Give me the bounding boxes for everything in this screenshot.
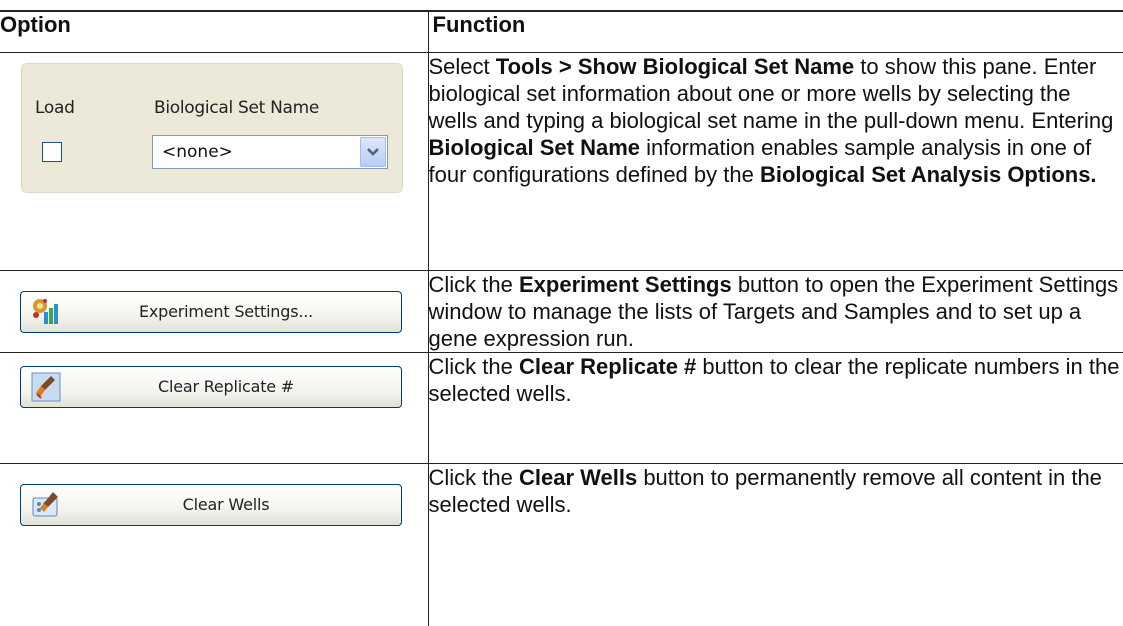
- function-text: Click the Clear Replicate # button to cl…: [429, 353, 1123, 407]
- function-cell: Click the Clear Replicate # button to cl…: [428, 352, 1123, 463]
- biological-set-name-label: Biological Set Name: [154, 98, 319, 118]
- biological-set-pane: Load Biological Set Name <none>: [21, 63, 403, 193]
- biological-set-name-dropdown[interactable]: <none>: [152, 135, 388, 169]
- clear-wells-label: Clear Wells: [61, 495, 391, 514]
- clear-replicate-icon: [31, 372, 61, 402]
- load-checkbox[interactable]: [42, 142, 62, 162]
- table-header-row: Option Function: [0, 11, 1123, 52]
- header-option: Option: [0, 11, 428, 52]
- header-function: Function: [428, 11, 1123, 52]
- table-row: Clear Wells Click the Clear Wells button…: [0, 463, 1123, 626]
- option-cell: Clear Wells: [0, 463, 428, 626]
- function-text: Click the Clear Wells button to permanen…: [429, 464, 1123, 518]
- function-text: Click the Experiment Settings button to …: [429, 271, 1123, 352]
- load-label: Load: [35, 98, 75, 118]
- function-cell: Select Tools > Show Biological Set Name …: [428, 52, 1123, 270]
- function-cell: Click the Clear Wells button to permanen…: [428, 463, 1123, 626]
- clear-wells-icon: [31, 490, 61, 520]
- clear-replicate-label: Clear Replicate #: [61, 377, 391, 396]
- table-row: Experiment Settings... Click the Experim…: [0, 270, 1123, 352]
- option-cell: Load Biological Set Name <none>: [0, 52, 428, 270]
- table-row: Load Biological Set Name <none> Select T…: [0, 52, 1123, 270]
- option-cell: Clear Replicate #: [0, 352, 428, 463]
- experiment-settings-icon: [31, 297, 61, 327]
- clear-wells-button[interactable]: Clear Wells: [20, 484, 402, 526]
- experiment-settings-label: Experiment Settings...: [61, 302, 391, 321]
- dropdown-value: <none>: [162, 142, 233, 162]
- clear-replicate-button[interactable]: Clear Replicate #: [20, 366, 402, 408]
- experiment-settings-button[interactable]: Experiment Settings...: [20, 291, 402, 333]
- chevron-down-icon[interactable]: [360, 137, 386, 167]
- function-cell: Click the Experiment Settings button to …: [428, 270, 1123, 352]
- option-cell: Experiment Settings...: [0, 270, 428, 352]
- option-function-table: Option Function Load Biological Set Name…: [0, 10, 1123, 626]
- table-row: Clear Replicate # Click the Clear Replic…: [0, 352, 1123, 463]
- function-text: Select Tools > Show Biological Set Name …: [429, 53, 1123, 188]
